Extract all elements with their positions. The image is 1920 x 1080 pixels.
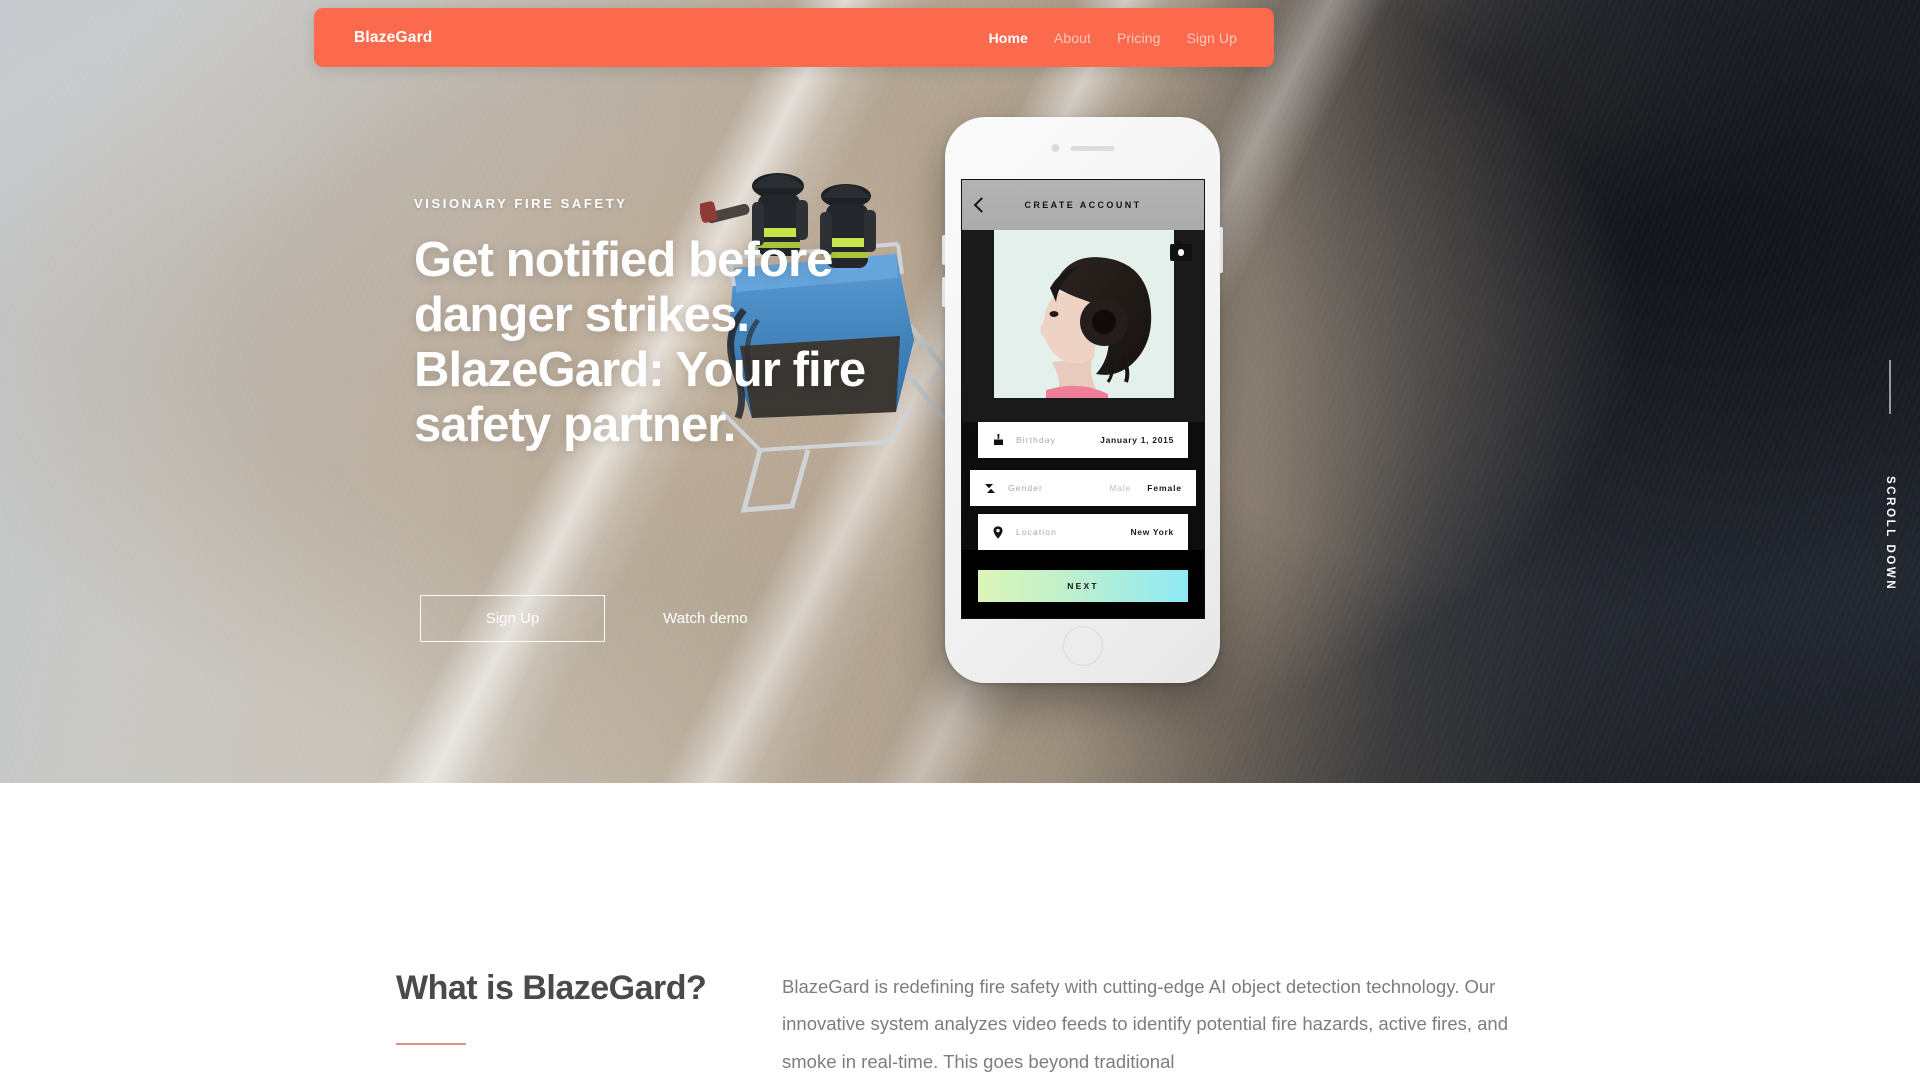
nav-link-home[interactable]: Home: [989, 30, 1028, 46]
nav-links: Home About Pricing Sign Up: [989, 30, 1237, 46]
scroll-line-icon: [1889, 360, 1891, 414]
field-row-birthday[interactable]: Birthday January 1, 2015: [978, 422, 1188, 458]
next-button[interactable]: NEXT: [978, 570, 1188, 602]
front-camera-icon: [1051, 144, 1059, 152]
about-body-text: BlazeGard is redefining fire safety with…: [782, 976, 1508, 1072]
nav-link-pricing[interactable]: Pricing: [1117, 30, 1161, 46]
camera-icon[interactable]: [1170, 241, 1192, 261]
volume-up-button[interactable]: [942, 235, 945, 265]
hero-headline: Get notified before danger strikes. Blaz…: [414, 233, 866, 452]
watch-demo-link[interactable]: Watch demo: [663, 610, 748, 627]
avatar-photo-area: [962, 230, 1204, 422]
home-button[interactable]: [1062, 626, 1103, 666]
location-pin-icon: [989, 525, 1007, 539]
avatar[interactable]: [994, 230, 1174, 398]
gender-option-female[interactable]: Female: [1147, 483, 1182, 493]
about-section: What is BlazeGard? BlazeGard is redefini…: [0, 783, 1920, 1080]
cake-icon: [989, 434, 1007, 446]
top-navigation-bar: BlazeGard Home About Pricing Sign Up: [314, 8, 1274, 67]
field-label-birthday: Birthday: [1016, 435, 1056, 445]
chevron-left-icon[interactable]: [973, 197, 990, 213]
sign-up-button[interactable]: Sign Up: [420, 595, 605, 642]
gender-options: Male Female: [1109, 483, 1182, 493]
nav-link-about[interactable]: About: [1054, 30, 1091, 46]
field-value-location: New York: [1130, 527, 1174, 537]
gender-option-male[interactable]: Male: [1109, 483, 1131, 493]
field-value-birthday: January 1, 2015: [1100, 435, 1174, 445]
app-screen-title: CREATE ACCOUNT: [1024, 200, 1142, 210]
brand-logo[interactable]: BlazeGard: [354, 29, 432, 47]
field-label-gender: Gender: [1008, 483, 1043, 493]
form-gap: [962, 458, 1204, 470]
about-title: What is BlazeGard?: [396, 969, 707, 1007]
hero-eyebrow: VISIONARY FIRE SAFETY: [414, 196, 628, 211]
app-header: CREATE ACCOUNT: [962, 180, 1204, 230]
scroll-down-indicator[interactable]: SCROLL DOWN: [1884, 360, 1896, 591]
field-label-location: Location: [1016, 527, 1057, 537]
power-button[interactable]: [1220, 227, 1223, 273]
create-account-form: Birthday January 1, 2015 Gender Male Fem…: [962, 422, 1204, 550]
earpiece-grille-icon: [1070, 145, 1114, 151]
phone-speaker-area: [1051, 144, 1114, 152]
hero-section: BlazeGard Home About Pricing Sign Up VIS…: [0, 0, 1920, 783]
field-row-gender[interactable]: Gender Male Female: [970, 470, 1196, 506]
updown-arrows-icon: [981, 482, 999, 495]
volume-down-button[interactable]: [942, 277, 945, 307]
phone-screen: CREATE ACCOUNT Birthday January 1, 2015 …: [961, 179, 1205, 619]
scroll-down-label: SCROLL DOWN: [1884, 476, 1896, 592]
camera-lens-icon: [1177, 249, 1185, 256]
hero-actions: Sign Up Watch demo: [420, 595, 748, 642]
nav-link-sign-up[interactable]: Sign Up: [1186, 30, 1237, 46]
landing-page: BlazeGard Home About Pricing Sign Up VIS…: [0, 0, 1920, 1080]
form-gap: [962, 506, 1204, 514]
hero-copy: VISIONARY FIRE SAFETY Get notified befor…: [414, 196, 934, 453]
field-row-location[interactable]: Location New York: [978, 514, 1188, 550]
phone-mockup: CREATE ACCOUNT Birthday January 1, 2015 …: [942, 117, 1223, 683]
about-accent-rule: [396, 1043, 466, 1045]
